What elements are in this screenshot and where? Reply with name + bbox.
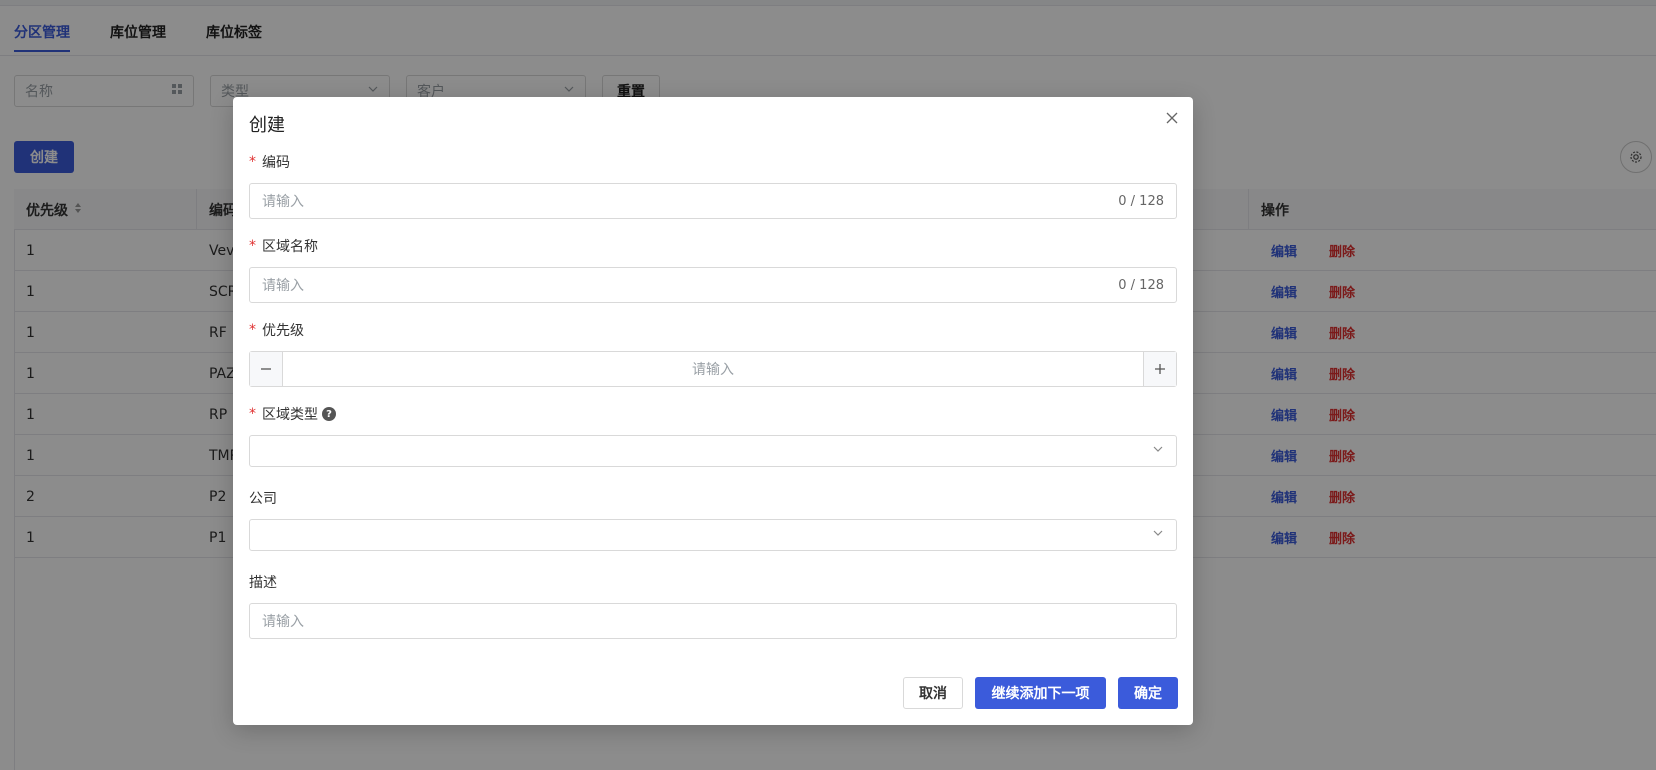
company-select[interactable] [249, 519, 1177, 551]
area-name-input[interactable]: 请输入 0 / 128 [249, 267, 1177, 303]
company-label-text: 公司 [249, 491, 277, 507]
priority-label: * 优先级 [249, 320, 304, 340]
code-label: * 编码 [249, 152, 290, 172]
required-mark: * [249, 238, 256, 254]
priority-label-text: 优先级 [262, 323, 304, 339]
description-placeholder: 请输入 [262, 614, 304, 630]
area-name-label: * 区域名称 [249, 236, 318, 256]
chevron-down-icon [1152, 443, 1164, 459]
code-label-text: 编码 [262, 155, 290, 171]
required-mark: * [249, 322, 256, 338]
area-name-label-text: 区域名称 [262, 239, 318, 255]
priority-stepper: 请输入 [249, 351, 1177, 387]
priority-placeholder: 请输入 [692, 362, 734, 378]
area-type-select[interactable] [249, 435, 1177, 467]
confirm-button[interactable]: 确定 [1118, 677, 1178, 709]
required-mark: * [249, 406, 256, 422]
code-placeholder: 请输入 [262, 194, 304, 210]
required-mark: * [249, 154, 256, 170]
company-label: 公司 [249, 488, 277, 508]
area-name-char-counter: 0 / 128 [1118, 277, 1164, 293]
question-icon[interactable]: ? [322, 407, 336, 421]
chevron-down-icon [1152, 527, 1164, 543]
area-type-label: * 区域类型 ? [249, 404, 336, 424]
cancel-button[interactable]: 取消 [903, 677, 963, 709]
description-label-text: 描述 [249, 575, 277, 591]
description-input[interactable]: 请输入 [249, 603, 1177, 639]
area-type-label-text: 区域类型 [262, 407, 318, 423]
area-name-placeholder: 请输入 [262, 278, 304, 294]
create-dialog: 创建 * 编码 请输入 0 / 128 * 区域名称 请输入 0 / 128 *… [233, 97, 1193, 725]
description-label: 描述 [249, 572, 277, 592]
plus-icon[interactable] [1143, 352, 1176, 386]
code-input[interactable]: 请输入 0 / 128 [249, 183, 1177, 219]
dialog-title: 创建 [249, 115, 285, 136]
minus-icon[interactable] [250, 352, 283, 386]
continue-add-button[interactable]: 继续添加下一项 [975, 677, 1106, 709]
code-char-counter: 0 / 128 [1118, 193, 1164, 209]
priority-input[interactable]: 请输入 [283, 352, 1143, 386]
close-icon[interactable] [1161, 107, 1183, 129]
